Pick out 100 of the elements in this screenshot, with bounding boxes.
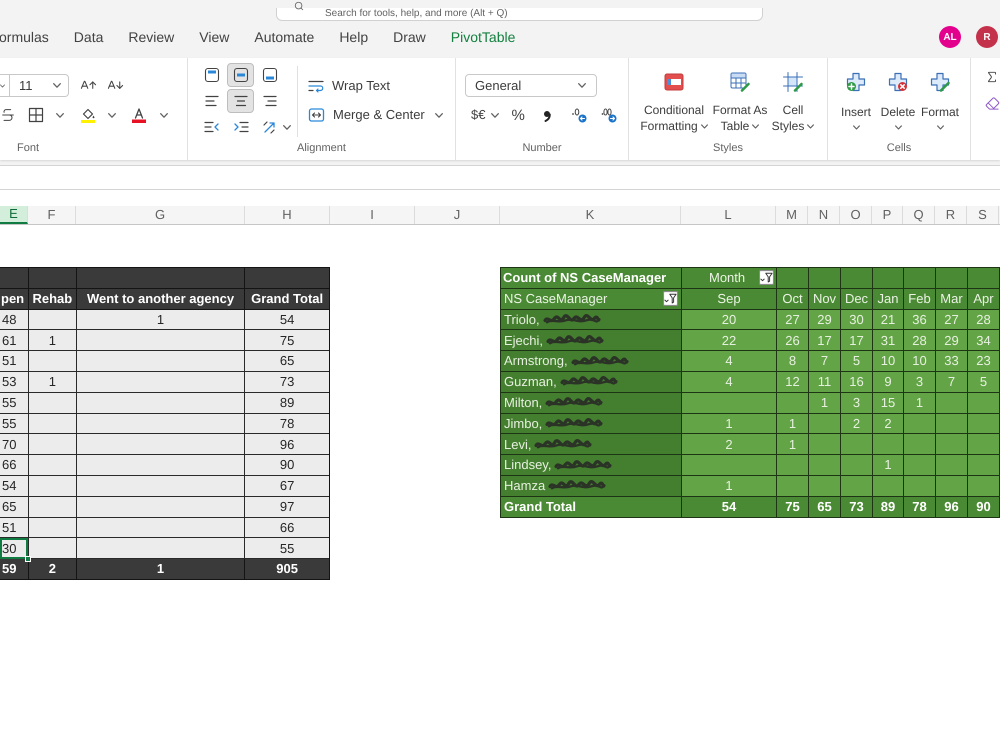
pivot-cell: 11	[809, 372, 841, 393]
column-header[interactable]: Q	[903, 206, 935, 224]
delete-button[interactable]: Delete	[877, 72, 919, 130]
pivot-cell: 7	[809, 351, 841, 372]
increase-indent-icon[interactable]	[232, 119, 248, 135]
table-cell: 55	[244, 538, 329, 560]
grand-total-cell: 89	[873, 496, 904, 518]
strikethrough-icon[interactable]	[0, 107, 16, 123]
align-middle-icon	[232, 67, 248, 83]
pivot-cell	[936, 455, 968, 476]
decrease-indent-icon[interactable]	[204, 119, 220, 135]
pivot-cell: 33	[936, 351, 968, 372]
ribbon-tab[interactable]: View	[199, 27, 230, 47]
cells-x-icon	[888, 72, 908, 92]
column-header[interactable]: O	[840, 206, 872, 224]
pivot-cell: 9	[873, 372, 904, 393]
pivot-cell: 29	[936, 330, 968, 352]
font-name-dropdown[interactable]	[0, 74, 10, 97]
chevron-down-icon	[491, 112, 500, 118]
user-avatar[interactable]: AL	[939, 26, 961, 48]
cells-plus-icon	[846, 72, 866, 92]
case-manager-name: Armstrong,	[504, 352, 568, 370]
filter-funnel-icon[interactable]	[759, 270, 774, 286]
column-header[interactable]: R	[935, 206, 967, 224]
column-header[interactable]: J	[415, 206, 500, 224]
grand-total-cell: 54	[682, 496, 777, 518]
search-field[interactable]: Search for tools, help, and more (Alt + Q)	[276, 8, 763, 20]
filter-funnel-icon[interactable]	[663, 291, 678, 306]
pivot-cell: 21	[873, 310, 904, 330]
center-button[interactable]	[227, 89, 254, 113]
case-manager-name: Hamza	[504, 477, 546, 496]
column-header[interactable]: F	[28, 206, 76, 224]
ribbon-tab[interactable]: PivotTable	[450, 27, 516, 47]
wrap-text-icon	[308, 78, 324, 94]
font-color-icon[interactable]	[131, 107, 147, 123]
chevron-down-icon[interactable]	[56, 112, 64, 118]
column-header[interactable]: P	[872, 206, 903, 224]
grid-pencil-icon	[783, 72, 803, 92]
ribbon-tab[interactable]: Review	[128, 27, 174, 47]
number-format-dropdown[interactable]: General	[465, 74, 597, 97]
merge-center-button[interactable]: Merge & Center	[306, 105, 445, 125]
chevron-down-icon	[578, 83, 586, 88]
ribbon-tab[interactable]: Automate	[254, 27, 314, 47]
cells-pencil-icon	[930, 72, 950, 92]
pivot-cell: 28	[968, 310, 1000, 330]
fill-handle[interactable]	[25, 556, 31, 562]
increase-decimal-icon[interactable]	[570, 107, 587, 123]
case-manager-name: Lindsey,	[504, 456, 552, 474]
format-as-table-button[interactable]: Format As Table	[711, 72, 769, 134]
ribbon-tab[interactable]: Draw	[393, 27, 426, 47]
table-cell: 96	[244, 434, 329, 456]
paint-bucket-icon[interactable]	[80, 107, 96, 123]
sigma-icon[interactable]	[985, 70, 999, 84]
row-field-label: NS CaseManager	[504, 290, 608, 308]
decrease-decimal-icon[interactable]	[600, 107, 617, 123]
column-header[interactable]: M	[776, 206, 808, 224]
table-cell: 89	[244, 392, 329, 414]
insert-button[interactable]: Insert	[835, 72, 877, 130]
borders-icon[interactable]	[28, 107, 44, 123]
column-field-label: Month	[709, 269, 746, 288]
ribbon-tab[interactable]: Help	[339, 27, 368, 47]
column-header[interactable]: H	[245, 206, 330, 224]
wrap-text-button[interactable]: Wrap Text	[306, 76, 445, 96]
column-header[interactable]: G	[76, 206, 245, 224]
pivot-header-cell: Apr	[968, 288, 1000, 310]
user-avatar[interactable]: R	[976, 26, 998, 48]
column-header[interactable]: L	[681, 206, 776, 224]
pivot-cell	[936, 414, 968, 434]
double-arrow-box-icon	[308, 107, 325, 123]
diagonal-arrow-icon[interactable]	[262, 119, 278, 135]
pivot-cell	[968, 392, 1000, 414]
accounting-format-button[interactable]: $€	[471, 105, 500, 125]
table-cell: 55	[0, 414, 28, 434]
table-cell: 61	[0, 330, 28, 352]
table-cell: 78	[244, 414, 329, 434]
format-button[interactable]: Format	[919, 72, 961, 130]
pivot-cell: 17	[809, 330, 841, 352]
chevron-down-icon[interactable]	[160, 112, 168, 118]
grand-total-cell: Grand Total	[501, 496, 682, 518]
pivot-cell	[777, 455, 809, 476]
pivot-cell: 15	[873, 392, 904, 414]
cell-styles-button[interactable]: Cell Styles	[769, 72, 817, 134]
middle-align-button[interactable]	[227, 63, 254, 87]
percent-button[interactable]: %	[511, 108, 525, 122]
pivot-header-cell: Sep	[682, 288, 777, 310]
chevron-down-icon[interactable]	[283, 124, 291, 130]
pivot-cell	[936, 392, 968, 414]
column-header[interactable]: I	[330, 206, 415, 224]
pivot-cell: 26	[777, 330, 809, 352]
column-header[interactable]: S	[967, 206, 999, 224]
chevron-down-icon[interactable]	[108, 112, 116, 118]
table-cell: 73	[244, 372, 329, 393]
column-header[interactable]: K	[500, 206, 681, 224]
eraser-icon[interactable]	[985, 96, 1000, 111]
column-header[interactable]: N	[808, 206, 840, 224]
column-header[interactable]: E	[0, 206, 28, 224]
ribbon-tab[interactable]: Data	[74, 27, 104, 47]
table-cell: 65	[244, 351, 329, 372]
conditional-formatting-button[interactable]: Conditional Formatting	[637, 72, 711, 134]
font-size-dropdown[interactable]: 11	[10, 74, 69, 97]
